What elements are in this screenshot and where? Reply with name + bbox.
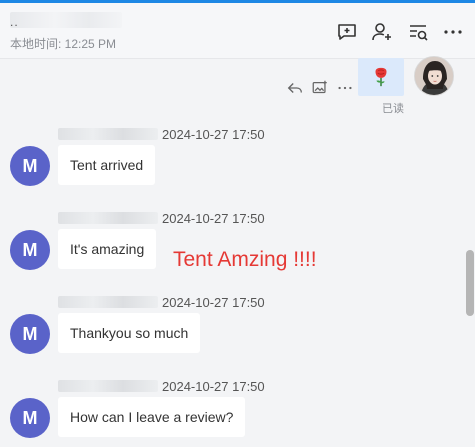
annotation-text: Tent Amzing !!!! bbox=[173, 248, 317, 271]
add-comment-icon[interactable] bbox=[335, 20, 359, 44]
reply-icon[interactable] bbox=[286, 79, 304, 97]
contact-name: .. bbox=[10, 15, 19, 29]
contact-name-blurred bbox=[10, 12, 122, 28]
avatar[interactable]: M bbox=[10, 146, 50, 186]
avatar[interactable] bbox=[414, 56, 454, 96]
message-time: 2024-10-27 17:50 bbox=[162, 127, 265, 142]
add-user-icon[interactable] bbox=[370, 20, 394, 44]
message-bubble[interactable]: Thankyou so much bbox=[58, 313, 201, 353]
avatar[interactable]: M bbox=[10, 230, 50, 270]
avatar[interactable]: M bbox=[10, 314, 50, 354]
sender-name-blurred bbox=[58, 380, 158, 392]
message-bubble[interactable]: How can I leave a review? bbox=[58, 397, 246, 437]
add-image-icon[interactable] bbox=[311, 79, 329, 97]
search-list-icon[interactable] bbox=[406, 20, 430, 44]
message-text: How can I leave a review? bbox=[70, 409, 234, 425]
sender-name-blurred bbox=[58, 296, 158, 308]
message-time: 2024-10-27 17:50 bbox=[162, 379, 265, 394]
message-text: It's amazing bbox=[70, 241, 145, 257]
message-text: Thankyou so much bbox=[70, 325, 189, 341]
more-icon[interactable] bbox=[441, 20, 465, 44]
scrollbar-thumb[interactable] bbox=[466, 250, 474, 316]
sender-name-blurred bbox=[58, 212, 158, 224]
sent-message-bubble[interactable] bbox=[358, 58, 404, 96]
message-bubble[interactable]: Tent arrived bbox=[58, 145, 156, 185]
sender-name-blurred bbox=[58, 128, 158, 140]
message-time: 2024-10-27 17:50 bbox=[162, 295, 265, 310]
message-text: Tent arrived bbox=[70, 157, 144, 173]
more-icon[interactable] bbox=[336, 79, 354, 97]
message-time: 2024-10-27 17:50 bbox=[162, 211, 265, 226]
message-actions bbox=[286, 78, 354, 98]
avatar[interactable]: M bbox=[10, 398, 50, 438]
chat-header: .. 本地时间: 12:25 PM bbox=[0, 3, 475, 59]
read-status: 已读 bbox=[382, 103, 404, 115]
message-bubble[interactable]: It's amazing bbox=[58, 229, 157, 269]
rose-emoji-icon bbox=[375, 67, 387, 87]
local-time: 本地时间: 12:25 PM bbox=[10, 37, 117, 51]
